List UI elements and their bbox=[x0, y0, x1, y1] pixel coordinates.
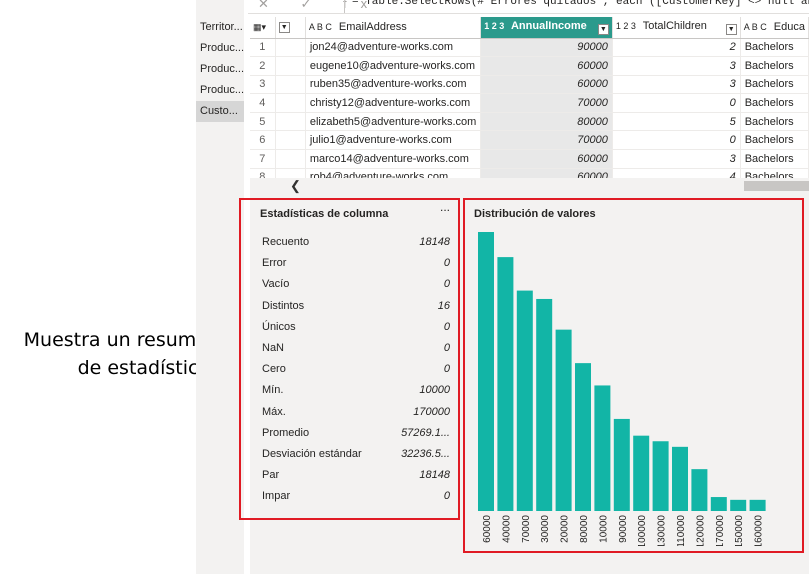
row-number: 2 bbox=[250, 56, 276, 76]
filter-dropdown-icon[interactable]: ▼ bbox=[725, 23, 737, 35]
cell bbox=[275, 149, 306, 169]
query-item[interactable]: Produc... bbox=[196, 80, 244, 101]
horizontal-scrollbar[interactable]: ❮ bbox=[250, 178, 809, 194]
formula-separator bbox=[344, 0, 345, 13]
cell-children[interactable]: 0 bbox=[612, 93, 741, 113]
cell-education[interactable]: Bachelors bbox=[740, 56, 809, 76]
column-header-prev[interactable]: ▼ bbox=[275, 17, 306, 39]
cell bbox=[275, 38, 306, 58]
cell-email[interactable]: ruben35@adventure-works.com bbox=[305, 75, 482, 95]
annotation-line-1: Muestra un resumen bbox=[23, 329, 220, 351]
cell-email[interactable]: marco14@adventure-works.com bbox=[305, 149, 482, 169]
cell bbox=[275, 130, 306, 151]
cell-education[interactable]: Bachelors bbox=[740, 130, 809, 151]
query-list: Territor... Produc... Produc... Produc..… bbox=[196, 17, 244, 122]
scroll-left-icon[interactable]: ❮ bbox=[290, 178, 301, 194]
row-number: 7 bbox=[250, 149, 276, 169]
column-header-emailaddress[interactable]: A B C EmailAddress bbox=[305, 17, 482, 39]
table-row[interactable]: 1 jon24@adventure-works.com 90000 2 Bach… bbox=[250, 38, 809, 58]
cell-email[interactable]: christy12@adventure-works.com bbox=[305, 93, 482, 113]
data-grid: ▦▾ ▼ A B C EmailAddress 1 2 3 AnnualInco… bbox=[250, 17, 809, 185]
distribution-highlight-box bbox=[463, 198, 804, 553]
filter-dropdown-icon[interactable]: ▼ bbox=[597, 23, 609, 35]
column-header-totalchildren[interactable]: 1 2 3 TotalChildren ▼ bbox=[612, 17, 741, 39]
formula-text[interactable]: = Table.SelectRows(#"Errores quitados", … bbox=[352, 0, 809, 8]
table-row[interactable]: 4 christy12@adventure-works.com 70000 0 … bbox=[250, 93, 809, 113]
row-number: 6 bbox=[250, 130, 276, 151]
cell-email[interactable]: julio1@adventure-works.com bbox=[305, 130, 482, 151]
cell-income[interactable]: 60000 bbox=[480, 75, 613, 95]
cell-income[interactable]: 60000 bbox=[480, 149, 613, 169]
table-row[interactable]: 6 julio1@adventure-works.com 70000 0 Bac… bbox=[250, 130, 809, 151]
filter-dropdown-icon[interactable]: ▼ bbox=[278, 21, 290, 33]
text-type-icon[interactable]: A B C bbox=[744, 22, 767, 32]
text-type-icon[interactable]: A B C bbox=[309, 22, 332, 32]
query-item[interactable]: Territor... bbox=[196, 17, 244, 38]
query-item[interactable]: Produc... bbox=[196, 38, 244, 59]
query-item[interactable]: Produc... bbox=[196, 59, 244, 80]
cell bbox=[275, 112, 306, 132]
column-label: Educa bbox=[773, 21, 805, 34]
cell-income[interactable]: 70000 bbox=[480, 130, 613, 151]
formula-bar: ✕ ✓ fx = Table.SelectRows(#"Errores quit… bbox=[248, 0, 809, 14]
cell-children[interactable]: 3 bbox=[612, 75, 741, 95]
cell-education[interactable]: Bachelors bbox=[740, 93, 809, 113]
cell-education[interactable]: Bachelors bbox=[740, 112, 809, 132]
cell-email[interactable]: jon24@adventure-works.com bbox=[305, 38, 482, 58]
number-type-icon[interactable]: 1 2 3 bbox=[616, 21, 636, 31]
stats-highlight-box bbox=[239, 198, 460, 520]
cell-income[interactable]: 70000 bbox=[480, 93, 613, 113]
column-label: TotalChildren bbox=[642, 19, 707, 32]
cell bbox=[275, 75, 306, 95]
cell-children[interactable]: 3 bbox=[612, 56, 741, 76]
cell-education[interactable]: Bachelors bbox=[740, 149, 809, 169]
data-table: ▦▾ ▼ A B C EmailAddress 1 2 3 AnnualInco… bbox=[250, 17, 809, 185]
table-row[interactable]: 2 eugene10@adventure-works.com 60000 3 B… bbox=[250, 56, 809, 76]
queries-navigator: Territor... Produc... Produc... Produc..… bbox=[196, 0, 244, 574]
number-type-icon[interactable]: 1 2 3 bbox=[484, 21, 504, 31]
table-row[interactable]: 3 ruben35@adventure-works.com 60000 3 Ba… bbox=[250, 75, 809, 95]
row-number: 4 bbox=[250, 93, 276, 113]
table-icon: ▦▾ bbox=[253, 22, 267, 33]
table-corner-button[interactable]: ▦▾ bbox=[250, 17, 276, 39]
cell-children[interactable]: 5 bbox=[612, 112, 741, 132]
row-number: 5 bbox=[250, 112, 276, 132]
column-header-education[interactable]: A B C Educa bbox=[740, 17, 809, 39]
cell-email[interactable]: eugene10@adventure-works.com bbox=[305, 56, 482, 76]
cell-education[interactable]: Bachelors bbox=[740, 38, 809, 58]
annotation-line-2: de estadísticas bbox=[77, 357, 220, 379]
cell-children[interactable]: 3 bbox=[612, 149, 741, 169]
table-row[interactable]: 5 elizabeth5@adventure-works.com 80000 5… bbox=[250, 112, 809, 132]
cell-education[interactable]: Bachelors bbox=[740, 75, 809, 95]
annotation-text: Muestra un resumen de estadísticas bbox=[0, 326, 220, 382]
table-row[interactable]: 7 marco14@adventure-works.com 60000 3 Ba… bbox=[250, 149, 809, 169]
cell-income[interactable]: 60000 bbox=[480, 56, 613, 76]
cell-children[interactable]: 0 bbox=[612, 130, 741, 151]
row-number: 3 bbox=[250, 75, 276, 95]
scroll-thumb[interactable] bbox=[744, 181, 809, 191]
cell-email[interactable]: elizabeth5@adventure-works.com bbox=[305, 112, 482, 132]
cell bbox=[275, 93, 306, 113]
column-label: EmailAddress bbox=[338, 21, 407, 34]
column-label: AnnualIncome bbox=[510, 19, 587, 32]
cell-income[interactable]: 80000 bbox=[480, 112, 613, 132]
cell-children[interactable]: 2 bbox=[612, 38, 741, 58]
column-header-annualincome[interactable]: 1 2 3 AnnualIncome ▼ bbox=[480, 17, 613, 39]
query-item-selected[interactable]: Custo... bbox=[196, 101, 244, 122]
row-number: 1 bbox=[250, 38, 276, 58]
cell bbox=[275, 56, 306, 76]
cell-income[interactable]: 90000 bbox=[480, 38, 613, 58]
header-row: ▦▾ ▼ A B C EmailAddress 1 2 3 AnnualInco… bbox=[250, 17, 809, 39]
